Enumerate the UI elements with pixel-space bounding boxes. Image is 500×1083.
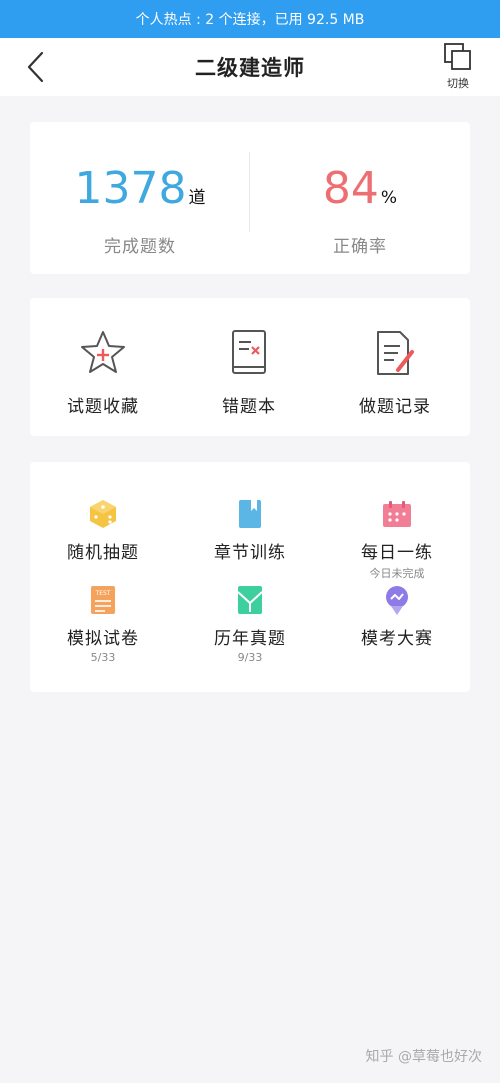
daily-practice-button[interactable]: 每日一练 今日未完成 [324,498,470,581]
chapter-training-button[interactable]: 章节训练 [177,498,323,563]
mock-contest-label: 模考大赛 [361,629,433,649]
daily-practice-status: 今日未完成 [369,567,425,580]
dice-icon [90,500,116,528]
completed-stat: 1378 道 完成题数 [30,122,250,274]
past-exams-label: 历年真题 [214,629,286,649]
watermark: 知乎 @草莓也好次 [365,1049,482,1065]
random-questions-label: 随机抽题 [67,543,139,563]
favorites-button[interactable]: 试题收藏 [30,298,176,436]
back-button[interactable] [22,50,52,84]
medal-icon [386,586,408,615]
wrong-book-label: 错题本 [222,397,276,417]
completed-unit: 道 [188,188,206,208]
wrong-book-button[interactable]: 错题本 [176,298,322,436]
wrong-book-icon [232,330,266,374]
mock-papers-label: 模拟试卷 [67,629,139,649]
switch-icon [444,43,471,70]
completed-label: 完成题数 [104,237,176,257]
record-edit-icon [377,331,414,375]
accuracy-stat: 84 % 正确率 [250,122,470,274]
accuracy-label: 正确率 [333,237,387,257]
records-label: 做题记录 [359,397,431,417]
random-questions-button[interactable]: 随机抽题 [30,498,176,563]
switch-label: 切换 [447,77,469,90]
svg-text:TEST: TEST [95,590,111,597]
mock-papers-button[interactable]: TEST 模拟试卷 5/33 [30,584,176,664]
mock-papers-progress: 5/33 [90,651,116,664]
status-bar-text: 个人热点 : 2 个连接，已用 92.5 MB [135,12,365,28]
test-paper-icon: TEST [91,586,115,614]
tools-card: 试题收藏 错题本 做题记录 [30,298,470,436]
star-plus-icon [81,331,125,373]
navigation-bar: 二级建造师 切换 [0,38,500,96]
switch-button[interactable]: 切换 [438,42,478,92]
page-title: 二级建造师 [195,56,305,80]
past-exams-button[interactable]: 历年真题 9/33 [177,584,323,664]
favorites-label: 试题收藏 [67,397,139,417]
stats-card: 1378 道 完成题数 84 % 正确率 [30,122,470,274]
chapter-training-label: 章节训练 [214,543,286,563]
accuracy-value: 84 [322,163,379,214]
status-bar: 个人热点 : 2 个连接，已用 92.5 MB [0,0,500,38]
past-exams-progress: 9/33 [237,651,263,664]
records-button[interactable]: 做题记录 [322,298,468,436]
bookmark-book-icon [239,500,261,528]
practice-card: 随机抽题 章节训练 每日一练 今日未完成 TEST 模拟试卷 5/33 历年真题… [30,462,470,692]
envelope-icon [237,586,263,614]
calendar-icon [383,501,411,527]
completed-count: 1378 [74,163,187,214]
mock-contest-button[interactable]: 模考大赛 [324,584,470,649]
daily-practice-label: 每日一练 [361,543,433,563]
chevron-left-icon [27,51,44,83]
accuracy-unit: % [380,188,398,208]
